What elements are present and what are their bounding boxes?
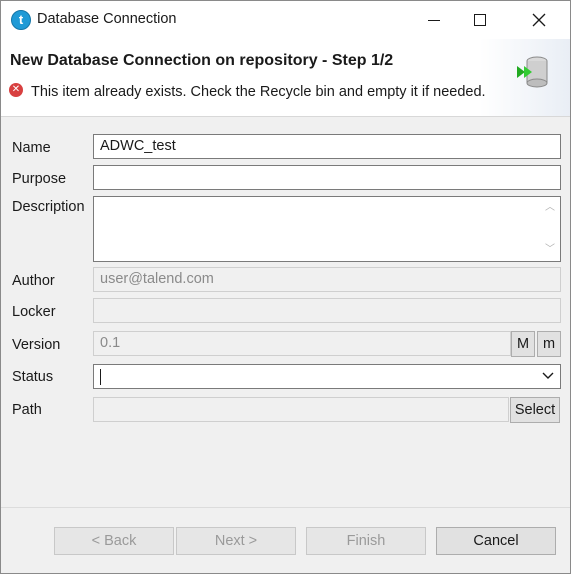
- status-label: Status: [12, 369, 54, 385]
- purpose-label: Purpose: [12, 171, 67, 187]
- version-label: Version: [12, 337, 61, 353]
- description-label: Description: [12, 199, 85, 215]
- maximize-icon: [474, 14, 486, 26]
- maximize-button[interactable]: [457, 1, 503, 39]
- app-icon-letter: t: [18, 12, 24, 27]
- minor-version-button[interactable]: m: [537, 331, 561, 357]
- name-label: Name: [12, 140, 51, 156]
- error-icon: ✕: [9, 83, 23, 97]
- author-label: Author: [12, 273, 55, 289]
- version-field: 0.1: [93, 331, 511, 356]
- wizard-header: New Database Connection on repository - …: [1, 39, 570, 117]
- database-wizard-icon: [517, 56, 548, 88]
- status-dropdown[interactable]: [93, 364, 561, 389]
- path-field: [93, 397, 509, 422]
- wizard-step-title: New Database Connection on repository - …: [10, 52, 394, 69]
- scroll-up-icon[interactable]: ︿: [544, 203, 556, 213]
- path-label: Path: [12, 402, 42, 418]
- window-title: Database Connection: [37, 11, 177, 27]
- talend-app-icon: t: [11, 10, 31, 30]
- locker-label: Locker: [12, 304, 56, 320]
- close-button[interactable]: [516, 1, 562, 39]
- locker-field: [93, 298, 561, 323]
- cancel-button[interactable]: Cancel: [436, 527, 556, 555]
- scroll-down-icon[interactable]: ﹀: [544, 245, 556, 255]
- select-path-button[interactable]: Select: [510, 397, 560, 423]
- text-caret: [100, 369, 101, 385]
- close-icon: [532, 13, 546, 27]
- name-field[interactable]: ADWC_test: [93, 134, 561, 159]
- author-field: user@talend.com: [93, 267, 561, 292]
- minimize-icon: [428, 19, 440, 21]
- footer-divider: [1, 507, 570, 508]
- major-version-button[interactable]: M: [511, 331, 535, 357]
- back-button[interactable]: < Back: [54, 527, 174, 555]
- title-bar: t Database Connection: [1, 1, 570, 39]
- database-connection-dialog: t Database Connection New Database Conne…: [0, 0, 571, 574]
- minimize-button[interactable]: [411, 1, 457, 39]
- description-textarea[interactable]: ︿ ﹀: [93, 196, 561, 262]
- next-button[interactable]: Next >: [176, 527, 296, 555]
- chevron-down-icon[interactable]: [542, 367, 554, 383]
- purpose-field[interactable]: [93, 165, 561, 190]
- finish-button[interactable]: Finish: [306, 527, 426, 555]
- error-message: This item already exists. Check the Recy…: [31, 84, 486, 100]
